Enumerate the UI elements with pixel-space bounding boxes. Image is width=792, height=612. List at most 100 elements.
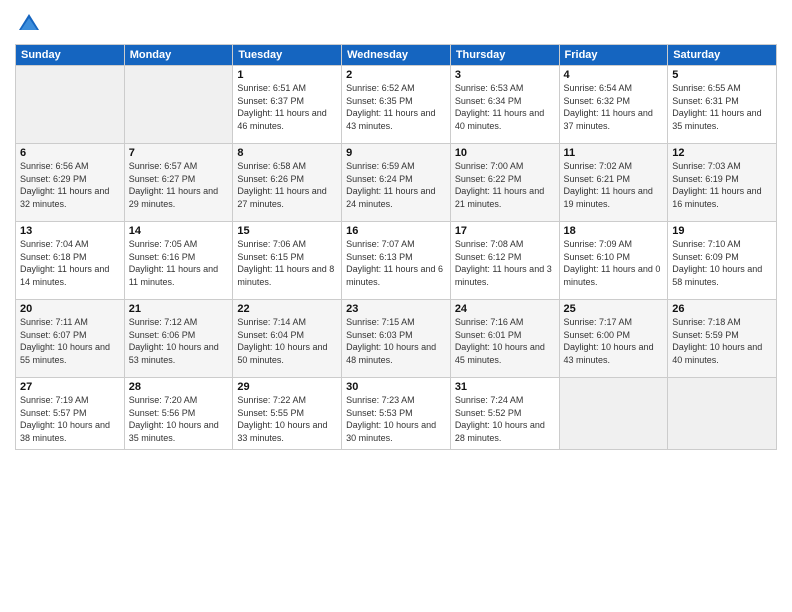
calendar-cell [668, 378, 777, 450]
calendar-cell [124, 66, 233, 144]
day-number: 24 [455, 303, 555, 315]
week-row-4: 20Sunrise: 7:11 AMSunset: 6:07 PMDayligh… [16, 300, 777, 378]
day-number: 23 [346, 303, 446, 315]
day-number: 2 [346, 69, 446, 81]
day-number: 28 [129, 381, 229, 393]
calendar-cell: 25Sunrise: 7:17 AMSunset: 6:00 PMDayligh… [559, 300, 668, 378]
day-info: Sunrise: 7:19 AMSunset: 5:57 PMDaylight:… [20, 394, 120, 444]
day-info: Sunrise: 7:12 AMSunset: 6:06 PMDaylight:… [129, 316, 229, 366]
day-number: 26 [672, 303, 772, 315]
calendar-cell: 20Sunrise: 7:11 AMSunset: 6:07 PMDayligh… [16, 300, 125, 378]
day-info: Sunrise: 7:20 AMSunset: 5:56 PMDaylight:… [129, 394, 229, 444]
calendar-cell: 10Sunrise: 7:00 AMSunset: 6:22 PMDayligh… [450, 144, 559, 222]
day-info: Sunrise: 7:24 AMSunset: 5:52 PMDaylight:… [455, 394, 555, 444]
weekday-sunday: Sunday [16, 45, 125, 66]
calendar-cell: 30Sunrise: 7:23 AMSunset: 5:53 PMDayligh… [342, 378, 451, 450]
day-number: 22 [237, 303, 337, 315]
calendar-cell: 16Sunrise: 7:07 AMSunset: 6:13 PMDayligh… [342, 222, 451, 300]
week-row-5: 27Sunrise: 7:19 AMSunset: 5:57 PMDayligh… [16, 378, 777, 450]
day-info: Sunrise: 7:09 AMSunset: 6:10 PMDaylight:… [564, 238, 664, 288]
week-row-3: 13Sunrise: 7:04 AMSunset: 6:18 PMDayligh… [16, 222, 777, 300]
calendar-cell: 5Sunrise: 6:55 AMSunset: 6:31 PMDaylight… [668, 66, 777, 144]
day-number: 3 [455, 69, 555, 81]
header [15, 10, 777, 38]
day-info: Sunrise: 7:03 AMSunset: 6:19 PMDaylight:… [672, 160, 772, 210]
weekday-thursday: Thursday [450, 45, 559, 66]
calendar-cell: 11Sunrise: 7:02 AMSunset: 6:21 PMDayligh… [559, 144, 668, 222]
calendar-cell: 28Sunrise: 7:20 AMSunset: 5:56 PMDayligh… [124, 378, 233, 450]
day-info: Sunrise: 6:52 AMSunset: 6:35 PMDaylight:… [346, 82, 446, 132]
calendar-cell: 7Sunrise: 6:57 AMSunset: 6:27 PMDaylight… [124, 144, 233, 222]
day-info: Sunrise: 6:57 AMSunset: 6:27 PMDaylight:… [129, 160, 229, 210]
logo-icon [15, 10, 43, 38]
day-info: Sunrise: 6:54 AMSunset: 6:32 PMDaylight:… [564, 82, 664, 132]
day-number: 30 [346, 381, 446, 393]
calendar-cell: 1Sunrise: 6:51 AMSunset: 6:37 PMDaylight… [233, 66, 342, 144]
calendar-cell: 29Sunrise: 7:22 AMSunset: 5:55 PMDayligh… [233, 378, 342, 450]
calendar-cell: 3Sunrise: 6:53 AMSunset: 6:34 PMDaylight… [450, 66, 559, 144]
day-info: Sunrise: 7:15 AMSunset: 6:03 PMDaylight:… [346, 316, 446, 366]
day-number: 17 [455, 225, 555, 237]
calendar-cell: 17Sunrise: 7:08 AMSunset: 6:12 PMDayligh… [450, 222, 559, 300]
day-number: 20 [20, 303, 120, 315]
calendar-cell: 8Sunrise: 6:58 AMSunset: 6:26 PMDaylight… [233, 144, 342, 222]
weekday-saturday: Saturday [668, 45, 777, 66]
day-info: Sunrise: 7:06 AMSunset: 6:15 PMDaylight:… [237, 238, 337, 288]
calendar-cell [559, 378, 668, 450]
weekday-header-row: SundayMondayTuesdayWednesdayThursdayFrid… [16, 45, 777, 66]
day-number: 8 [237, 147, 337, 159]
day-number: 25 [564, 303, 664, 315]
calendar-cell: 24Sunrise: 7:16 AMSunset: 6:01 PMDayligh… [450, 300, 559, 378]
calendar-cell: 21Sunrise: 7:12 AMSunset: 6:06 PMDayligh… [124, 300, 233, 378]
day-number: 6 [20, 147, 120, 159]
day-info: Sunrise: 7:14 AMSunset: 6:04 PMDaylight:… [237, 316, 337, 366]
calendar-cell: 2Sunrise: 6:52 AMSunset: 6:35 PMDaylight… [342, 66, 451, 144]
calendar-cell [16, 66, 125, 144]
day-number: 14 [129, 225, 229, 237]
calendar-cell: 31Sunrise: 7:24 AMSunset: 5:52 PMDayligh… [450, 378, 559, 450]
calendar-cell: 14Sunrise: 7:05 AMSunset: 6:16 PMDayligh… [124, 222, 233, 300]
day-number: 18 [564, 225, 664, 237]
calendar-cell: 9Sunrise: 6:59 AMSunset: 6:24 PMDaylight… [342, 144, 451, 222]
day-info: Sunrise: 7:22 AMSunset: 5:55 PMDaylight:… [237, 394, 337, 444]
day-info: Sunrise: 7:17 AMSunset: 6:00 PMDaylight:… [564, 316, 664, 366]
day-info: Sunrise: 7:00 AMSunset: 6:22 PMDaylight:… [455, 160, 555, 210]
day-number: 31 [455, 381, 555, 393]
weekday-tuesday: Tuesday [233, 45, 342, 66]
week-row-1: 1Sunrise: 6:51 AMSunset: 6:37 PMDaylight… [16, 66, 777, 144]
day-info: Sunrise: 6:59 AMSunset: 6:24 PMDaylight:… [346, 160, 446, 210]
day-info: Sunrise: 6:56 AMSunset: 6:29 PMDaylight:… [20, 160, 120, 210]
day-info: Sunrise: 6:58 AMSunset: 6:26 PMDaylight:… [237, 160, 337, 210]
calendar-cell: 12Sunrise: 7:03 AMSunset: 6:19 PMDayligh… [668, 144, 777, 222]
day-number: 5 [672, 69, 772, 81]
day-number: 10 [455, 147, 555, 159]
day-info: Sunrise: 7:07 AMSunset: 6:13 PMDaylight:… [346, 238, 446, 288]
day-number: 12 [672, 147, 772, 159]
day-info: Sunrise: 7:11 AMSunset: 6:07 PMDaylight:… [20, 316, 120, 366]
calendar-cell: 26Sunrise: 7:18 AMSunset: 5:59 PMDayligh… [668, 300, 777, 378]
calendar-cell: 22Sunrise: 7:14 AMSunset: 6:04 PMDayligh… [233, 300, 342, 378]
calendar-cell: 19Sunrise: 7:10 AMSunset: 6:09 PMDayligh… [668, 222, 777, 300]
week-row-2: 6Sunrise: 6:56 AMSunset: 6:29 PMDaylight… [16, 144, 777, 222]
day-number: 16 [346, 225, 446, 237]
day-number: 11 [564, 147, 664, 159]
day-info: Sunrise: 7:04 AMSunset: 6:18 PMDaylight:… [20, 238, 120, 288]
day-number: 13 [20, 225, 120, 237]
day-number: 29 [237, 381, 337, 393]
calendar-cell: 27Sunrise: 7:19 AMSunset: 5:57 PMDayligh… [16, 378, 125, 450]
day-info: Sunrise: 7:02 AMSunset: 6:21 PMDaylight:… [564, 160, 664, 210]
day-number: 1 [237, 69, 337, 81]
weekday-friday: Friday [559, 45, 668, 66]
calendar-cell: 6Sunrise: 6:56 AMSunset: 6:29 PMDaylight… [16, 144, 125, 222]
calendar-cell: 15Sunrise: 7:06 AMSunset: 6:15 PMDayligh… [233, 222, 342, 300]
day-number: 19 [672, 225, 772, 237]
day-number: 7 [129, 147, 229, 159]
day-number: 9 [346, 147, 446, 159]
day-info: Sunrise: 7:16 AMSunset: 6:01 PMDaylight:… [455, 316, 555, 366]
day-number: 15 [237, 225, 337, 237]
weekday-monday: Monday [124, 45, 233, 66]
day-info: Sunrise: 7:08 AMSunset: 6:12 PMDaylight:… [455, 238, 555, 288]
calendar: SundayMondayTuesdayWednesdayThursdayFrid… [15, 44, 777, 450]
day-info: Sunrise: 7:10 AMSunset: 6:09 PMDaylight:… [672, 238, 772, 288]
logo [15, 10, 47, 38]
